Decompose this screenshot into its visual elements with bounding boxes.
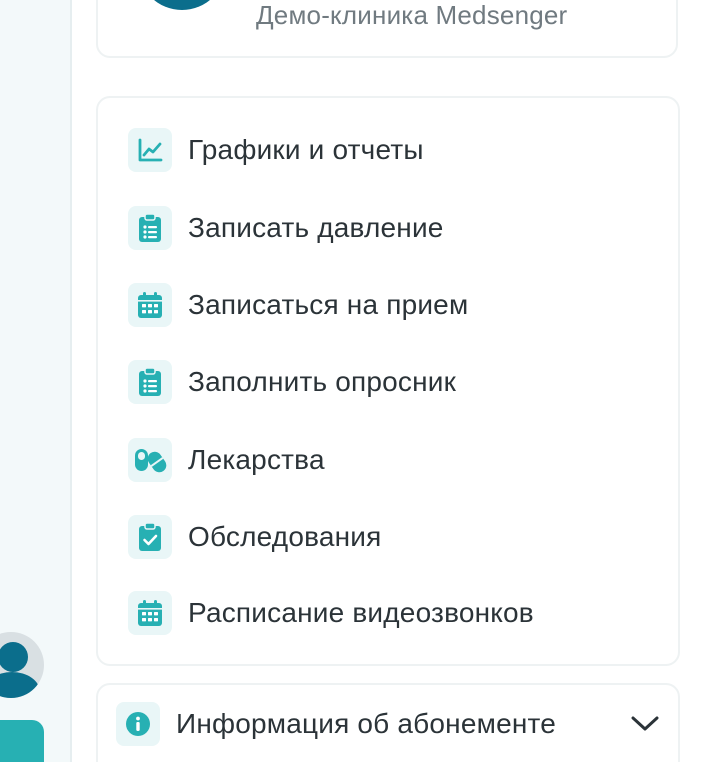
rail-action-button[interactable] (0, 720, 44, 762)
clinic-name: Демо-клиника Medsenger (256, 0, 568, 30)
subscription-info-card: Информация об абонементе (96, 683, 680, 762)
menu-item-fill-questionnaire[interactable]: Заполнить опросник (128, 358, 456, 406)
actions-menu: Графики и отчеты Записать давление Запис… (96, 96, 680, 666)
user-avatar[interactable] (0, 632, 44, 698)
clipboard-list-icon (128, 206, 172, 250)
menu-item-label: Заполнить опросник (188, 366, 457, 397)
menu-item-label: Лекарства (188, 444, 325, 475)
chart-line-icon (128, 128, 172, 172)
menu-item-video-schedule[interactable]: Расписание видеозвонков (128, 589, 534, 637)
subscription-info-toggle[interactable]: Информация об абонементе (116, 701, 664, 747)
page: Демо-клиника Medsenger Графики и отчеты (0, 0, 702, 762)
clipboard-check-icon (128, 515, 172, 559)
menu-item-medications[interactable]: Лекарства (128, 436, 325, 484)
menu-item-examinations[interactable]: Обследования (128, 513, 382, 561)
calendar-icon (128, 591, 172, 635)
calendar-icon (128, 283, 172, 327)
avatar-body (0, 672, 40, 698)
menu-item-label: Записать давление (188, 212, 444, 243)
menu-item-book-appointment[interactable]: Записаться на прием (128, 281, 468, 329)
clinic-logo (138, 0, 226, 10)
avatar-head (0, 642, 28, 672)
left-rail (0, 0, 72, 762)
menu-item-record-pressure[interactable]: Записать давление (128, 204, 444, 252)
menu-item-label: Обследования (188, 521, 382, 552)
info-icon (116, 702, 160, 746)
menu-item-charts-reports[interactable]: Графики и отчеты (128, 126, 424, 174)
clinic-card: Демо-клиника Medsenger (96, 0, 678, 58)
subscription-info-label: Информация об абонементе (176, 708, 556, 739)
chevron-down-icon[interactable] (630, 715, 660, 733)
pills-icon (128, 438, 172, 482)
menu-item-label: Расписание видеозвонков (188, 597, 534, 628)
menu-item-label: Графики и отчеты (188, 134, 424, 165)
clipboard-list-icon (128, 360, 172, 404)
menu-item-label: Записаться на прием (188, 289, 469, 320)
